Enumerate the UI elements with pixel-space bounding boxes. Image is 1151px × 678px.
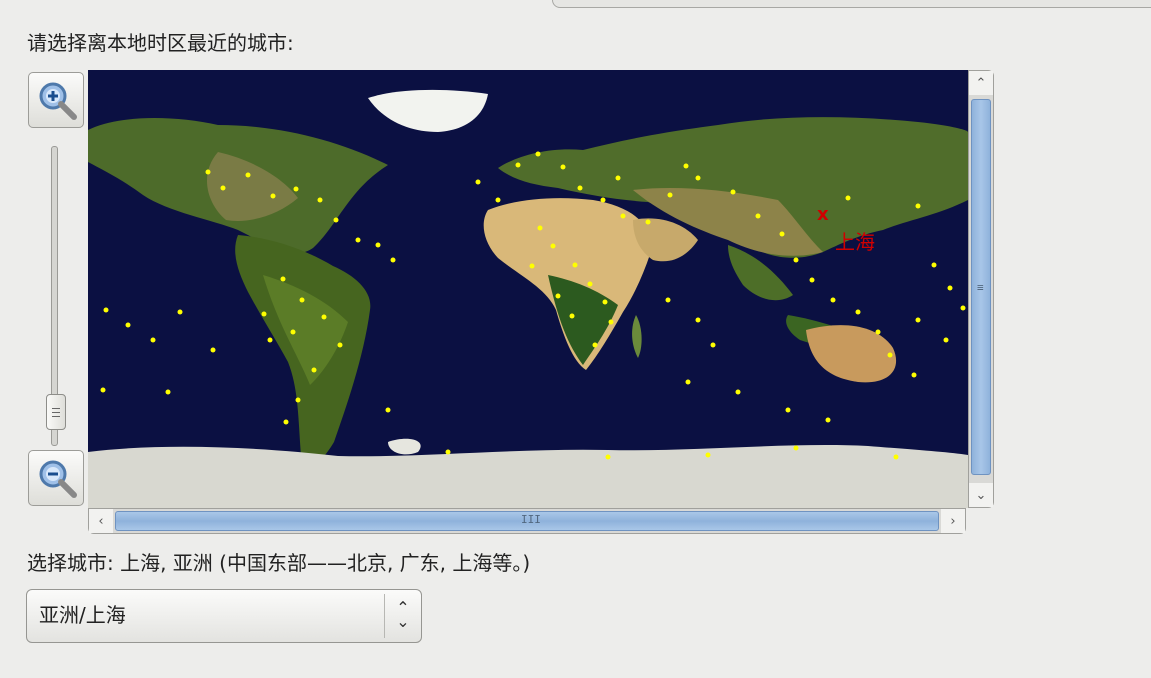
horizontal-scroll-thumb[interactable]: III [115,511,939,531]
combobox-separator [384,594,385,638]
scroll-up-button[interactable]: ⌃ [969,71,993,95]
chevron-down-icon: ⌄ [975,487,987,503]
chevron-right-icon: › [950,513,956,529]
timezone-world-map[interactable]: x 上海 [88,70,968,508]
scroll-left-button[interactable]: ‹ [89,509,113,533]
zoom-slider-thumb[interactable] [46,394,66,430]
up-down-icon: ⌃ ⌄ [396,598,410,631]
scroll-down-button[interactable]: ⌄ [969,483,993,507]
zoom-out-button[interactable] [28,450,84,506]
vertical-scroll-thumb[interactable]: ≡ [971,99,991,475]
selected-city-description: 选择城市: 上海, 亚洲 (中国东部——北京, 广东, 上海等。) [27,551,531,575]
city-prompt: 请选择离本地时区最近的城市: [27,31,294,55]
timezone-combobox-value: 亚洲/上海 [39,603,126,627]
zoom-in-button[interactable] [28,72,84,128]
top-tab-edge [552,0,1151,8]
zoom-out-icon [39,460,77,498]
selected-city-label: 上海 [835,230,875,254]
map-vertical-scrollbar[interactable]: ⌃ ≡ ⌄ [968,70,994,508]
chevron-up-icon: ⌃ [975,75,987,91]
timezone-combobox[interactable]: 亚洲/上海 ⌃ ⌄ [26,589,422,643]
selected-city-marker: x [817,204,829,225]
chevron-left-icon: ‹ [98,513,104,529]
scroll-right-button[interactable]: › [941,509,965,533]
map-horizontal-scrollbar[interactable]: ‹ III › [88,508,966,534]
zoom-in-icon [39,82,77,120]
